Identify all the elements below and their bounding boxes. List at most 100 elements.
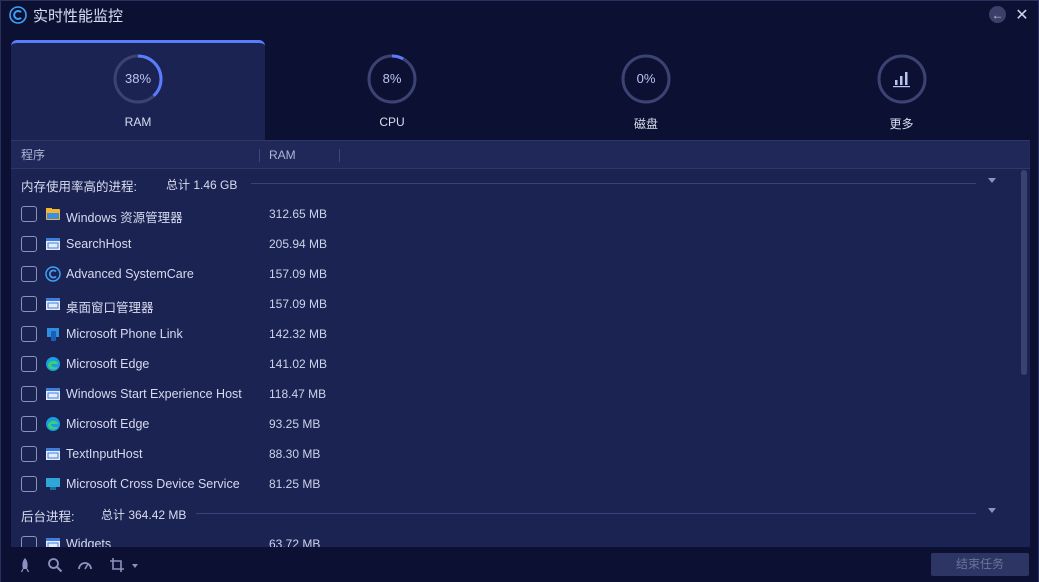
group-divider — [196, 513, 976, 514]
process-name: Advanced SystemCare — [66, 267, 194, 281]
process-row[interactable]: 桌面窗口管理器 157.09 MB — [11, 289, 1018, 319]
performance-monitor-window: 实时性能监控 ← ✕ 38% RAM 8% CPU 0% 磁盘 更多 程序 RA… — [0, 0, 1039, 582]
cross-device-icon — [45, 476, 61, 492]
row-checkbox[interactable] — [21, 476, 37, 492]
process-row[interactable]: Microsoft Edge 93.25 MB — [11, 409, 1018, 439]
tab-disk[interactable]: 0% 磁盘 — [519, 40, 773, 140]
bottom-toolbar: 结束任务 — [1, 547, 1038, 582]
group-header-background[interactable]: 后台进程: 总计 364.42 MB — [11, 499, 1018, 529]
search-icon[interactable] — [47, 557, 63, 573]
close-button[interactable]: ✕ — [1014, 6, 1030, 24]
window-app-icon — [45, 536, 61, 547]
group-title: 后台进程: — [21, 510, 75, 524]
process-row[interactable]: Advanced SystemCare 157.09 MB — [11, 259, 1018, 289]
phone-link-icon — [45, 326, 61, 342]
process-row[interactable]: Microsoft Edge 141.02 MB — [11, 349, 1018, 379]
row-checkbox[interactable] — [21, 326, 37, 342]
process-ram: 312.65 MB — [269, 207, 328, 221]
process-panel: 程序 RAM 内存使用率高的进程: 总计 1.46 GB Windows 资源管… — [11, 140, 1030, 547]
process-name: Windows 资源管理器 — [66, 211, 183, 225]
end-task-button[interactable]: 结束任务 — [931, 553, 1029, 576]
title-bar: 实时性能监控 ← ✕ — [1, 1, 1038, 29]
arrow-left-icon: ← — [991, 7, 1004, 22]
tab-ram[interactable]: 38% RAM — [11, 40, 265, 140]
tab-cpu[interactable]: 8% CPU — [265, 40, 519, 140]
row-checkbox[interactable] — [21, 536, 37, 547]
tab-more[interactable]: 更多 — [773, 40, 1030, 140]
more-circle — [876, 53, 928, 105]
process-name: Microsoft Phone Link — [66, 327, 183, 341]
process-name: Windows Start Experience Host — [66, 387, 242, 401]
window-app-icon — [45, 236, 61, 252]
back-button[interactable]: ← — [989, 6, 1006, 23]
advanced-systemcare-logo-icon — [9, 6, 27, 24]
tab-disk-label: 磁盘 — [633, 117, 658, 131]
process-name: 桌面窗口管理器 — [66, 301, 154, 315]
process-ram: 157.09 MB — [269, 297, 328, 311]
bar-chart-icon — [877, 54, 926, 104]
row-checkbox[interactable] — [21, 386, 37, 402]
column-program[interactable]: 程序 — [21, 141, 45, 169]
cpu-gauge: 8% — [366, 53, 418, 105]
column-header: 程序 RAM — [11, 140, 1030, 169]
process-name: TextInputHost — [66, 447, 143, 461]
speedometer-icon[interactable] — [77, 557, 93, 573]
column-divider[interactable] — [259, 149, 260, 162]
process-name: Widgets — [66, 537, 112, 547]
column-divider[interactable] — [339, 149, 340, 162]
row-checkbox[interactable] — [21, 266, 37, 282]
tab-ram-label: RAM — [124, 115, 152, 129]
row-checkbox[interactable] — [21, 296, 37, 312]
metric-tabs: 38% RAM 8% CPU 0% 磁盘 更多 — [11, 40, 1030, 140]
ram-gauge-value: 38% — [124, 71, 152, 86]
advanced-systemcare-icon — [45, 266, 61, 282]
process-ram: 157.09 MB — [269, 267, 328, 281]
process-row[interactable]: Microsoft Phone Link 142.32 MB — [11, 319, 1018, 349]
group-divider — [251, 183, 976, 184]
process-ram: 81.25 MB — [269, 477, 321, 491]
process-row[interactable]: Widgets 63.72 MB — [11, 529, 1018, 547]
edge-icon — [45, 356, 61, 372]
process-ram: 88.30 MB — [269, 447, 321, 461]
column-ram[interactable]: RAM — [269, 141, 296, 169]
group-title: 内存使用率高的进程: — [21, 180, 137, 194]
process-ram: 118.47 MB — [269, 387, 327, 401]
process-ram: 205.94 MB — [269, 237, 328, 251]
chevron-down-icon[interactable] — [132, 564, 138, 568]
crop-icon[interactable] — [109, 557, 125, 573]
row-checkbox[interactable] — [21, 206, 37, 222]
process-name: Microsoft Edge — [66, 417, 150, 431]
tab-more-label: 更多 — [889, 117, 914, 131]
ram-gauge: 38% — [112, 53, 164, 105]
process-row[interactable]: Microsoft Cross Device Service 81.25 MB — [11, 469, 1018, 499]
process-row[interactable]: Windows Start Experience Host 118.47 MB — [11, 379, 1018, 409]
row-checkbox[interactable] — [21, 236, 37, 252]
process-name: Microsoft Edge — [66, 357, 150, 371]
rocket-icon[interactable] — [17, 557, 33, 573]
process-name: SearchHost — [66, 237, 132, 251]
edge-icon — [45, 416, 61, 432]
process-row[interactable]: SearchHost 205.94 MB — [11, 229, 1018, 259]
row-checkbox[interactable] — [21, 416, 37, 432]
window-app-icon — [45, 386, 61, 402]
cpu-gauge-value: 8% — [382, 71, 402, 86]
tab-cpu-label: CPU — [379, 115, 405, 129]
process-row[interactable]: TextInputHost 88.30 MB — [11, 439, 1018, 469]
chevron-down-icon[interactable] — [988, 178, 996, 183]
process-list: 内存使用率高的进程: 总计 1.46 GB Windows 资源管理器 312.6… — [11, 169, 1018, 547]
chevron-down-icon[interactable] — [988, 508, 996, 513]
process-ram: 141.02 MB — [269, 357, 328, 371]
process-ram: 93.25 MB — [269, 417, 321, 431]
row-checkbox[interactable] — [21, 446, 37, 462]
folder-icon — [45, 206, 61, 222]
scrollbar-thumb[interactable] — [1021, 170, 1027, 375]
window-title: 实时性能监控 — [33, 7, 124, 25]
close-icon: ✕ — [1015, 6, 1029, 24]
row-checkbox[interactable] — [21, 356, 37, 372]
disk-gauge-value: 0% — [636, 71, 656, 86]
process-ram: 142.32 MB — [269, 327, 328, 341]
process-name: Microsoft Cross Device Service — [66, 477, 240, 491]
group-header-high-memory[interactable]: 内存使用率高的进程: 总计 1.46 GB — [11, 169, 1018, 199]
group-total: 总计 1.46 GB — [166, 178, 238, 192]
process-row[interactable]: Windows 资源管理器 312.65 MB — [11, 199, 1018, 229]
